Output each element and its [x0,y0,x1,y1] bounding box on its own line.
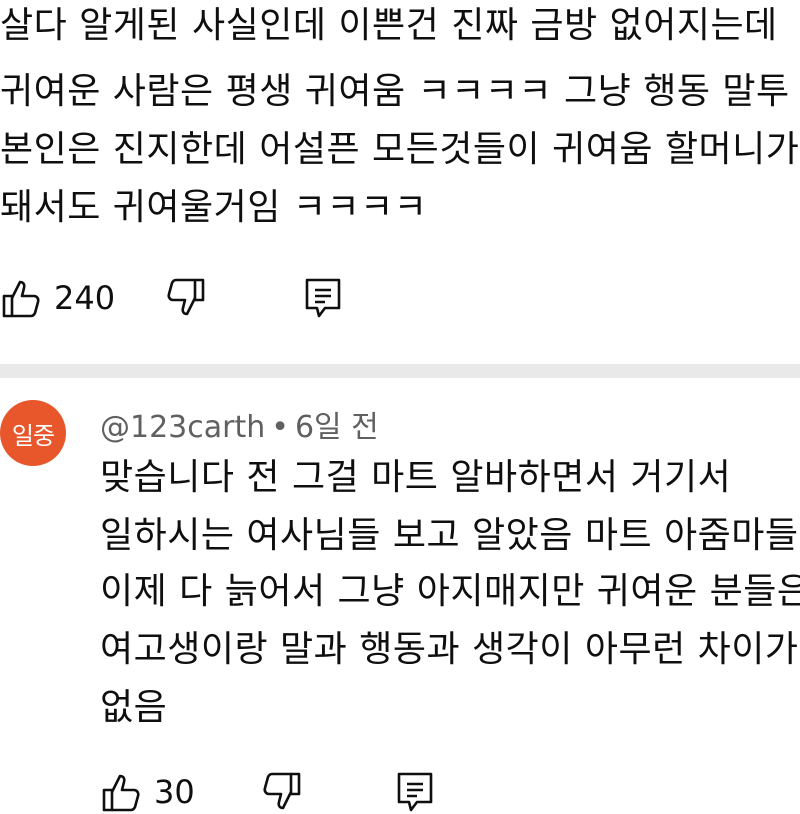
thumbs-up-icon [100,770,144,814]
reply-button[interactable] [303,276,343,320]
comment-actions: 240 [0,276,343,320]
comment-text-line: 여고생이랑 말과 행동과 생각이 아무런 차이가 [100,629,799,670]
dislike-button[interactable] [163,276,207,320]
comment-actions: 30 [100,770,435,814]
like-button[interactable]: 240 [0,276,115,320]
author-name[interactable]: @123carth [100,410,265,445]
dislike-button[interactable] [259,770,303,814]
reply-icon [303,276,343,320]
comment-text-line: 맞습니다 전 그걸 마트 알바하면서 거기서 [100,457,732,498]
timestamp: 6일 전 [294,410,379,445]
comment-separator [0,364,800,378]
thumbs-down-icon [163,276,207,320]
thumbs-down-icon [259,770,303,814]
meta-separator: • [271,410,289,445]
comment-text-line: 돼서도 귀여울거임 ㅋㅋㅋㅋ [0,187,428,228]
comment-text-line: 본인은 진지한데 어설픈 모든것들이 귀여움 할머니가 [0,129,800,170]
like-count: 240 [54,279,116,317]
like-count: 30 [154,773,195,811]
like-button[interactable]: 30 [100,770,195,814]
reply-icon [395,770,435,814]
comment-text-line: 살다 알게된 사실인데 이쁜건 진짜 금방 없어지는데 [0,5,778,46]
comment-text-line: 이제 다 늙어서 그냥 아지매지만 귀여운 분들은 [100,571,800,612]
comment-card-1: 살다 알게된 사실인데 이쁜건 진짜 금방 없어지는데 귀여운 사람은 평생 귀… [0,0,800,364]
comment-text-line: 일하시는 여사님들 보고 알았음 마트 아줌마들 [100,515,799,556]
reply-button[interactable] [395,770,435,814]
avatar[interactable]: 일중 [0,400,66,466]
thumbs-up-icon [0,276,44,320]
comment-meta: @123carth • 6일 전 [100,402,379,446]
comment-text-line: 없음 [100,687,168,728]
comment-text-line: 귀여운 사람은 평생 귀여움 ㅋㅋㅋㅋ 그냥 행동 말투 [0,71,790,112]
